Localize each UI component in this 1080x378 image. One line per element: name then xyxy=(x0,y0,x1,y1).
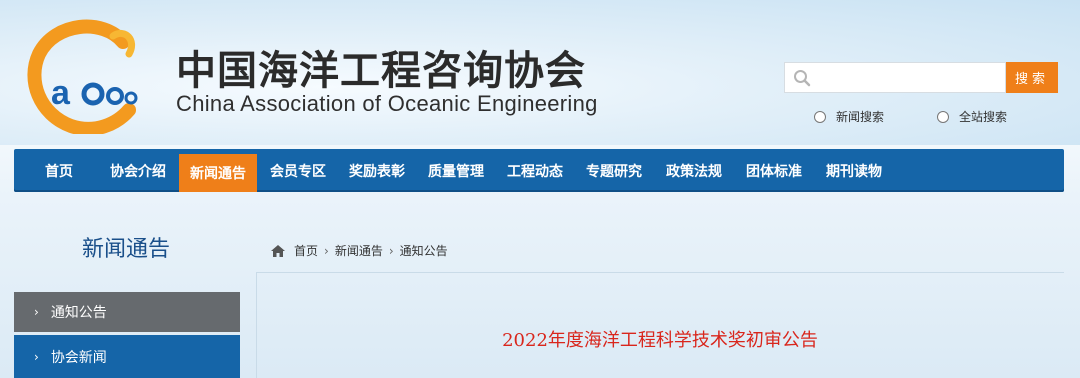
breadcrumb-home[interactable]: 首页 xyxy=(294,242,318,259)
divider xyxy=(256,272,1064,273)
search-bar: 搜索 xyxy=(784,62,1058,93)
nav-item-projects[interactable]: 工程动态 xyxy=(496,149,574,192)
nav-item-policy[interactable]: 政策法规 xyxy=(654,149,734,192)
breadcrumb: 首页 › 新闻通告 › 通知公告 xyxy=(270,242,448,259)
home-icon xyxy=(271,244,285,257)
sidebar-item-label: 通知公告 xyxy=(50,305,107,321)
sidebar-item-news[interactable]: › 协会新闻 xyxy=(14,335,240,378)
search-icon xyxy=(794,70,811,87)
site-title-en: China Association of Oceanic Engineering xyxy=(176,91,598,116)
nav-item-about[interactable]: 协会介绍 xyxy=(98,149,178,192)
chevron-right-icon: › xyxy=(34,349,39,364)
search-box xyxy=(784,62,1006,93)
scope-site[interactable]: 全站搜索 xyxy=(937,108,1007,125)
caoe-logo-icon[interactable]: a xyxy=(25,14,145,134)
breadcrumb-news[interactable]: 新闻通告 xyxy=(335,242,383,259)
nav-item-home[interactable]: 首页 xyxy=(30,149,88,192)
nav-item-standards[interactable]: 团体标准 xyxy=(734,149,814,192)
site-header: a 中国海洋工程咨询协会 China Association of Oceani… xyxy=(0,0,1080,145)
nav-item-research[interactable]: 专题研究 xyxy=(575,149,653,192)
nav-item-journals[interactable]: 期刊读物 xyxy=(814,149,894,192)
radio-news[interactable] xyxy=(814,110,826,123)
breadcrumb-separator: › xyxy=(388,243,394,258)
breadcrumb-separator: › xyxy=(324,243,329,258)
breadcrumb-notices[interactable]: 通知公告 xyxy=(400,242,448,259)
radio-site[interactable] xyxy=(937,110,949,123)
content-border xyxy=(256,272,257,378)
scope-news-label: 新闻搜索 xyxy=(836,110,885,124)
sidebar-item-notices[interactable]: › 通知公告 xyxy=(14,292,240,332)
search-input[interactable] xyxy=(815,67,1005,91)
chevron-right-icon: › xyxy=(34,305,39,319)
nav-item-news[interactable]: 新闻通告 xyxy=(179,154,257,192)
article-title: 2022年度海洋工程科学技术奖初审公告 xyxy=(502,330,818,351)
nav-item-members[interactable]: 会员专区 xyxy=(259,149,337,192)
sidebar-item-label: 协会新闻 xyxy=(50,349,107,366)
scope-site-label: 全站搜索 xyxy=(959,110,1008,124)
svg-text:a: a xyxy=(51,74,71,112)
nav-item-quality[interactable]: 质量管理 xyxy=(417,149,495,192)
scope-news[interactable]: 新闻搜索 xyxy=(814,108,884,125)
main-nav: 首页 协会介绍 新闻通告 会员专区 奖励表彰 质量管理 工程动态 专题研究 政策… xyxy=(14,149,1064,192)
nav-item-awards[interactable]: 奖励表彰 xyxy=(338,149,416,192)
sidebar: › 通知公告 › 协会新闻 xyxy=(14,292,240,378)
site-title-cn: 中国海洋工程咨询协会 xyxy=(176,47,586,94)
search-button[interactable]: 搜索 xyxy=(1006,62,1058,93)
sidebar-title: 新闻通告 xyxy=(82,237,171,262)
